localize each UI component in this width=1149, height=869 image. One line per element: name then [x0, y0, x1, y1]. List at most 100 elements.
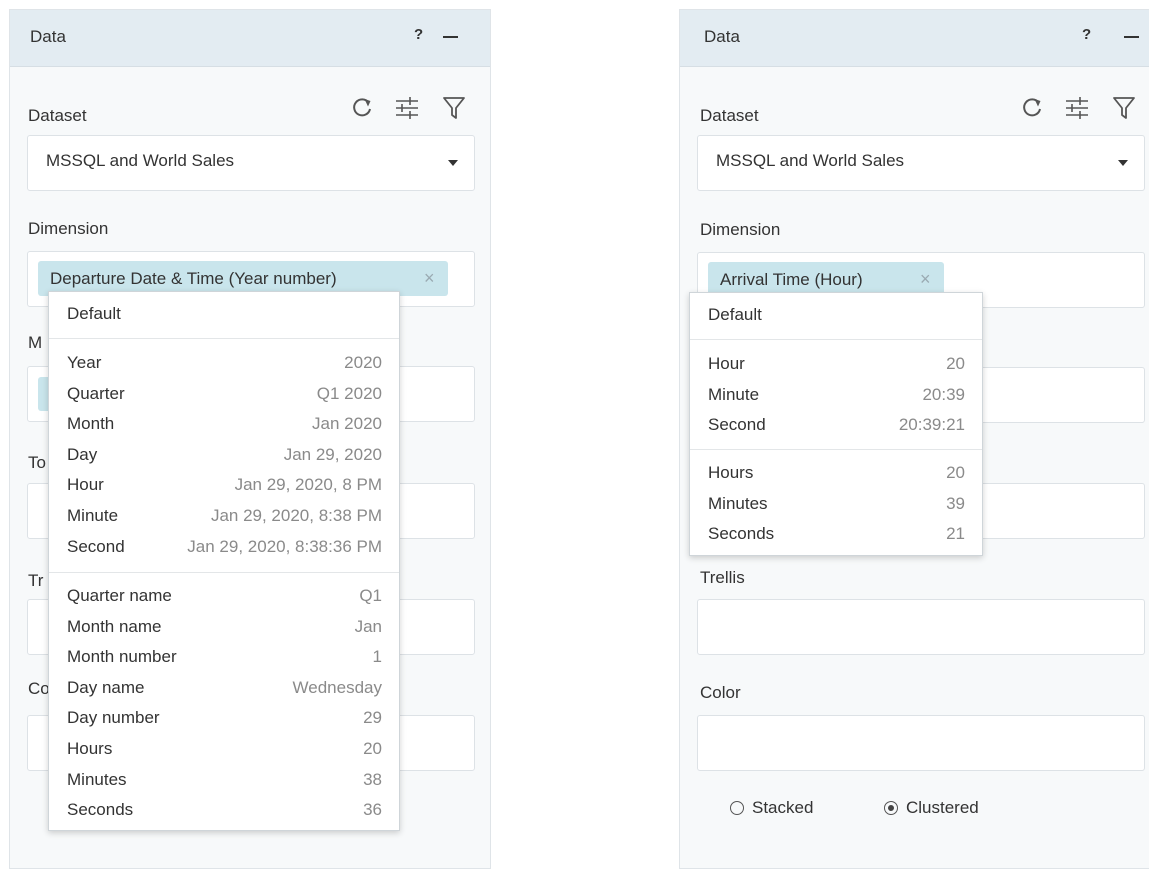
dropdown-item-name: Year: [67, 353, 102, 372]
dropdown-item-value: 2020: [344, 353, 382, 372]
help-button[interactable]: ?: [1082, 26, 1091, 43]
radio-selected-dot: [888, 805, 894, 811]
dropdown-item[interactable]: Minute 20:39: [690, 379, 982, 409]
dropdown-item-name: Minute: [708, 384, 760, 404]
dropdown-item[interactable]: Quarter name Q1: [49, 580, 399, 610]
dropdown-item-value: 21: [946, 524, 965, 544]
dropdown-item-default[interactable]: Default: [49, 298, 399, 328]
settings-sliders-icon[interactable]: [394, 95, 420, 121]
dropdown-item-value: Jan 29, 2020, 8 PM: [234, 475, 382, 495]
dropdown-item[interactable]: Month number 1: [49, 641, 399, 671]
dropdown-item-value: Q1: [359, 586, 382, 605]
dropdown-item-name: Quarter name: [67, 586, 172, 605]
dataset-select-value: MSSQL and World Sales: [716, 151, 905, 170]
dataset-select[interactable]: MSSQL and World Sales: [27, 135, 475, 191]
trellis-label: Trellis: [700, 568, 745, 587]
dropdown-item-value: 39: [946, 493, 965, 513]
dataset-select[interactable]: MSSQL and World Sales: [697, 135, 1145, 191]
dropdown-item-value: 20:39:21: [898, 415, 965, 435]
refresh-icon[interactable]: [350, 95, 374, 121]
dropdown-item-value: Jan 29, 2020, 8:38:36 PM: [187, 536, 382, 556]
dropdown-item-name: Second: [67, 536, 125, 556]
dropdown-item-name: Month name: [67, 616, 162, 636]
dropdown-item[interactable]: Minute Jan 29, 2020, 8:38 PM: [49, 500, 399, 530]
dropdown-item[interactable]: Day name Wednesday: [49, 672, 399, 702]
dropdown-item-value: 36: [363, 800, 382, 820]
dropdown-item-name: Seconds: [708, 524, 775, 544]
dropdown-item-name: Day name: [67, 677, 145, 697]
dropdown-item-name: Quarter: [67, 383, 125, 403]
filter-icon[interactable]: [442, 95, 466, 121]
dropdown-item[interactable]: Hours 20: [49, 733, 399, 763]
dropdown-item[interactable]: Hour Jan 29, 2020, 8 PM: [49, 469, 399, 499]
dropdown-item-name: Minutes: [708, 493, 768, 513]
dropdown-item-value: 20: [363, 739, 382, 758]
dropdown-item-value: Jan 29, 2020, 8:38 PM: [210, 506, 382, 525]
dropdown-item-name: Month number: [67, 647, 177, 667]
dropdown-item-name: Hour: [708, 354, 745, 373]
settings-sliders-icon[interactable]: [1064, 95, 1090, 121]
dropdown-item[interactable]: Hour 20: [690, 348, 982, 378]
close-icon[interactable]: ×: [920, 269, 931, 290]
dropdown-item[interactable]: Minutes 38: [49, 764, 399, 794]
dropdown-item-value: Jan: [354, 616, 382, 636]
dropdown-item-value: Wednesday: [292, 677, 382, 697]
chevron-down-icon[interactable]: [1118, 160, 1128, 166]
measure-label: M: [28, 333, 43, 352]
dropdown-divider: [49, 338, 399, 339]
chevron-down-icon[interactable]: [448, 160, 458, 166]
dropdown-item-name: Hours: [67, 739, 113, 758]
help-button[interactable]: ?: [414, 26, 423, 43]
color-label: Co: [28, 679, 50, 698]
radio-stacked-label: Stacked: [752, 798, 814, 817]
radio-clustered-circle: [884, 801, 898, 815]
panel-title: Data: [704, 27, 740, 46]
radio-stacked[interactable]: Stacked: [730, 798, 840, 820]
dropdown-item[interactable]: Month name Jan: [49, 611, 399, 641]
dropdown-item-name: Day number: [67, 708, 160, 728]
radio-clustered[interactable]: Clustered: [884, 798, 1014, 820]
dropdown-item[interactable]: Month Jan 2020: [49, 408, 399, 438]
color-field[interactable]: [697, 715, 1145, 771]
panel-header: Data ?: [10, 10, 490, 67]
dropdown-item-name: Hours: [708, 463, 754, 482]
dropdown-item[interactable]: Second 20:39:21: [690, 409, 982, 439]
minimize-button[interactable]: [443, 36, 458, 38]
dropdown-item-name: Day: [67, 444, 98, 464]
dropdown-item-name: Month: [67, 414, 115, 434]
dropdown-divider: [690, 339, 982, 340]
dropdown-item-name: Seconds: [67, 800, 134, 820]
dropdown-item[interactable]: Day number 29: [49, 702, 399, 732]
dimension-label: Dimension: [700, 220, 781, 239]
dropdown-item[interactable]: Second Jan 29, 2020, 8:38:36 PM: [49, 531, 399, 561]
refresh-icon[interactable]: [1020, 95, 1044, 121]
radio-clustered-label: Clustered: [906, 798, 979, 817]
dropdown-item-value: 20: [946, 463, 965, 482]
trellis-field[interactable]: [697, 599, 1145, 655]
dropdown-item[interactable]: Quarter Q1 2020: [49, 378, 399, 408]
dropdown-item-default[interactable]: Default: [690, 299, 982, 329]
radio-stacked-circle: [730, 801, 744, 815]
dimension-chip-label: Departure Date & Time (Year number): [50, 269, 337, 288]
dropdown-item[interactable]: Hours 20: [690, 457, 982, 487]
dropdown-item-name: Second: [708, 415, 766, 435]
color-label: Color: [700, 683, 741, 702]
dataset-toolbar: [350, 95, 480, 125]
dataset-label: Dataset: [28, 106, 87, 125]
dropdown-item-value: Q1 2020: [316, 383, 382, 403]
minimize-button[interactable]: [1124, 36, 1139, 38]
dropdown-item[interactable]: Seconds 21: [690, 518, 982, 548]
dropdown-item-value: 29: [363, 708, 382, 728]
panel-title: Data: [30, 27, 66, 46]
dropdown-item-value: 20:39: [922, 384, 965, 404]
dropdown-item[interactable]: Day Jan 29, 2020: [49, 439, 399, 469]
dropdown-item[interactable]: Minutes 39: [690, 488, 982, 518]
panel-header: Data ?: [680, 10, 1149, 67]
filter-icon[interactable]: [1112, 95, 1136, 121]
dimension-label: Dimension: [28, 219, 109, 238]
dropdown-item[interactable]: Year 2020: [49, 347, 399, 377]
close-icon[interactable]: ×: [424, 268, 435, 289]
dataset-select-value: MSSQL and World Sales: [46, 151, 235, 170]
date-part-dropdown: Default Year 2020 Quarter Q1 2020 Month Jan 2…: [48, 291, 400, 831]
dropdown-item[interactable]: Seconds 36: [49, 794, 399, 824]
